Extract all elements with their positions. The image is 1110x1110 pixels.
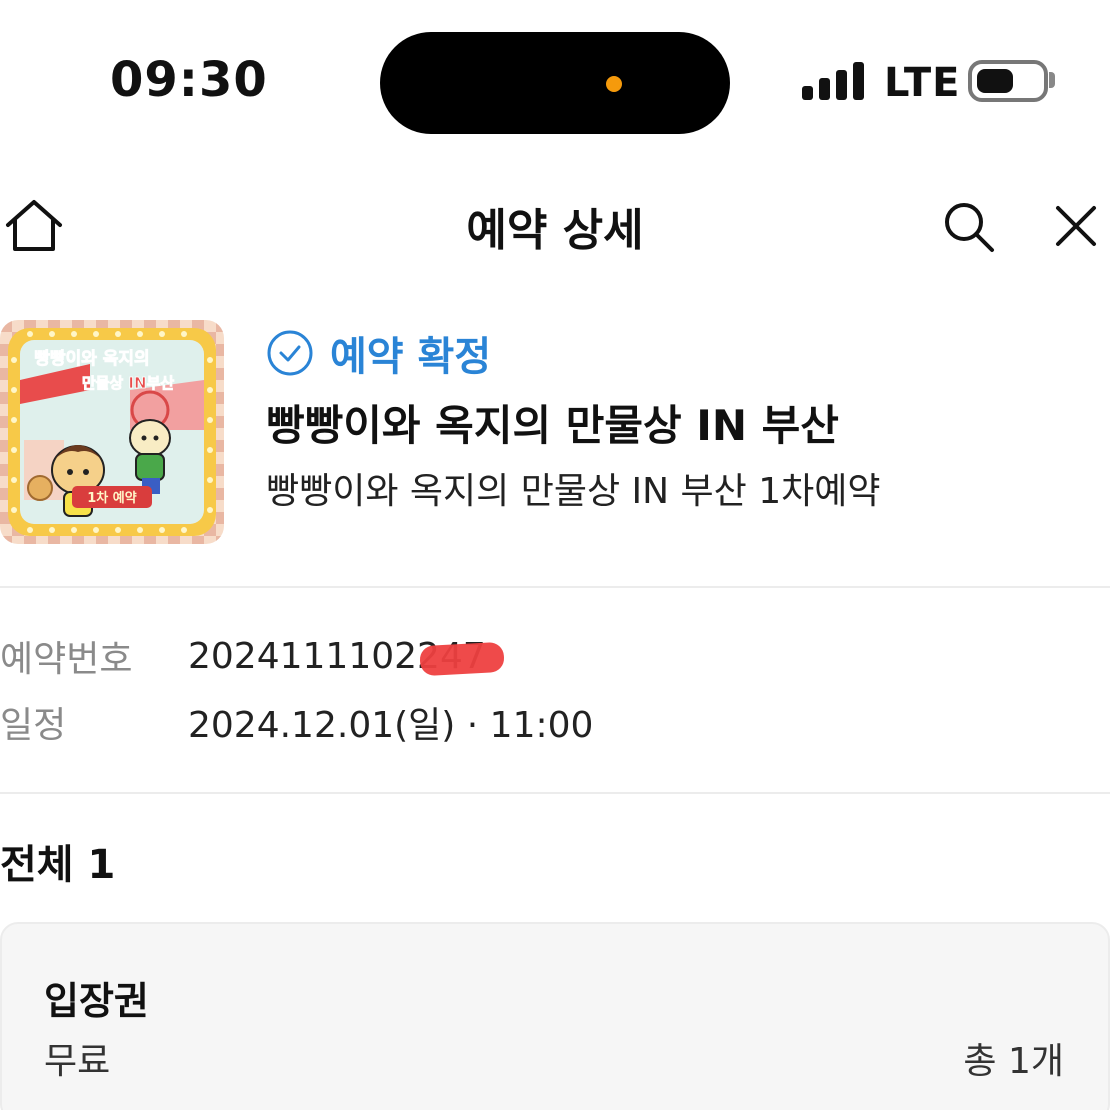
close-button[interactable] — [1044, 194, 1108, 258]
app-header: 예약 상세 — [0, 180, 1110, 270]
status-time: 09:30 — [110, 52, 268, 108]
schedule-row: 일정 2024.12.01(일) · 11:00 — [0, 694, 593, 750]
thumbnail-title-line1: 빵빵이와 옥지의 — [34, 349, 149, 369]
schedule-value: 2024.12.01(일) · 11:00 — [188, 705, 594, 746]
signal-strength-icon — [802, 62, 864, 100]
check-circle-icon — [267, 330, 313, 376]
battery-level-fill — [977, 69, 1013, 93]
close-icon — [1056, 206, 1096, 246]
ticket-name: 입장권 — [44, 979, 149, 1023]
reservation-number-value: 2024111102247 — [188, 636, 505, 677]
thumbnail-title-line2: 만물상 IN부산 — [82, 374, 175, 392]
ticket-count: 총 1개 — [963, 1041, 1064, 1082]
section-divider — [0, 792, 1110, 794]
thumbnail-badge: 1차 예약 — [87, 490, 136, 506]
total-count: 전체 1 — [0, 842, 116, 888]
reservation-number-label: 예약번호 — [0, 639, 133, 680]
network-type: LTE — [884, 60, 961, 106]
search-button[interactable] — [936, 194, 1000, 258]
ticket-price: 무료 — [44, 1041, 111, 1082]
thumbnail-illustration: 빵빵이와 옥지의 만물상 IN부산 1차 예약 — [0, 320, 224, 544]
schedule-label: 일정 — [0, 705, 67, 746]
redaction-mark — [419, 641, 505, 676]
product-summary: 빵빵이와 옥지의 만물상 IN부산 1차 예약 예약 확정 빵빵이와 옥지의 만… — [0, 320, 1110, 550]
product-subtitle: 빵빵이와 옥지의 만물상 IN 부산 1차예약 — [266, 471, 881, 512]
reservation-status: 예약 확정 — [266, 324, 491, 382]
dynamic-island — [380, 32, 730, 134]
product-title: 빵빵이와 옥지의 만물상 IN 부산 — [266, 401, 839, 450]
ticket-card: 입장권 무료 총 1개 — [0, 922, 1110, 1110]
privacy-indicator-dot — [606, 76, 622, 92]
product-thumbnail[interactable]: 빵빵이와 옥지의 만물상 IN부산 1차 예약 — [0, 320, 224, 544]
section-divider — [0, 586, 1110, 588]
status-label: 예약 확정 — [330, 334, 492, 380]
search-icon — [945, 203, 994, 252]
status-bar: 09:30 LTE — [0, 0, 1110, 150]
battery-cap — [1049, 72, 1055, 88]
battery-icon — [968, 60, 1048, 102]
reservation-number-row: 예약번호 2024111102247 — [0, 628, 505, 684]
